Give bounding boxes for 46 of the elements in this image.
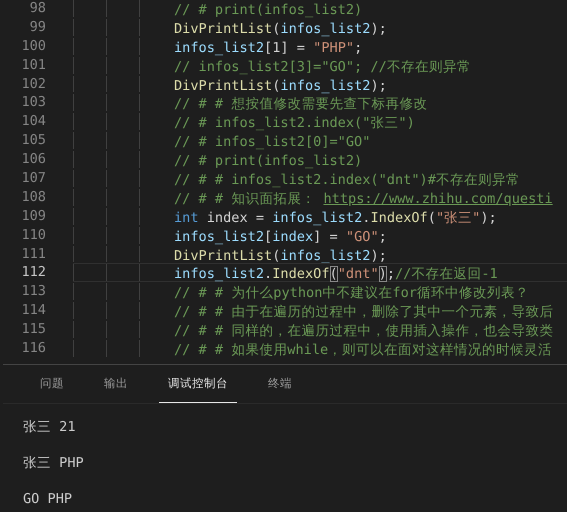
panel-tab[interactable]: 终端 [259, 365, 301, 403]
code-line: // # print(infos_list2) [174, 153, 362, 170]
code-line: DivPrintList(infos_list2); [174, 78, 387, 94]
code-link[interactable]: https://www.zhihu.com/questi [323, 190, 553, 207]
code-line: infos_list2[1] = "PHP"; [174, 40, 362, 56]
line-number: 100 [20, 36, 46, 56]
line-number: 99 [28, 18, 46, 37]
code-line: // # # 知识面拓展： https://www.zhihu.com/questi [174, 190, 553, 207]
line-number: 107 [20, 169, 46, 188]
code-line: int index = infos_list2.IndexOf("张三"); [174, 210, 497, 226]
console-output-line: GO PHP [23, 490, 74, 509]
code-line: // # print(infos_list2) [174, 2, 362, 18]
panel-tab[interactable]: 输出 [95, 365, 137, 403]
line-number: 103 [20, 93, 46, 112]
line-number: 106 [20, 150, 46, 170]
code-line: // # # 想按值修改需要先查下标再修改 [174, 96, 428, 112]
code-line: infos_list2[index] = "GO"; [174, 228, 387, 245]
code-line: // # # 如果使用while，则可以在面对这样情况的时候灵活 [174, 342, 552, 358]
line-number: 102 [20, 74, 46, 94]
code-line: // # # 由于在遍历的过程中，删除了其中一个元素，导致后 [174, 304, 554, 320]
code-line: // # # 同样的，在遍历过程中，使用插入操作，也会导致类 [174, 323, 554, 340]
line-number: 112 [20, 263, 46, 282]
console-output-line: 张三 21 [23, 418, 77, 437]
line-number: 113 [20, 282, 46, 302]
line-number: 111 [20, 244, 46, 264]
line-number: 98 [28, 0, 46, 18]
line-number: 109 [20, 206, 46, 226]
code-line: // # infos_list2.index("张三") [174, 115, 415, 132]
line-number: 104 [20, 112, 46, 132]
code-line: // # # infos_list2.index("dnt")#不存在则异常 [174, 172, 520, 188]
line-number: 110 [20, 226, 46, 245]
code-line: // # # 为什么python中不建议在for循环中修改列表？ [174, 285, 529, 302]
panel-tab[interactable]: 问题 [31, 365, 73, 403]
line-number: 108 [20, 188, 46, 207]
line-number: 105 [20, 131, 46, 150]
line-number: 115 [20, 320, 46, 340]
line-number: 101 [20, 56, 46, 75]
line-number: 116 [20, 339, 46, 358]
panel-tab[interactable]: 调试控制台 [159, 365, 237, 403]
code-line: infos_list2.IndexOf("dnt");//不存在返回-1 [174, 266, 498, 282]
line-number: 114 [20, 301, 46, 320]
code-line: DivPrintList(infos_list2); [174, 248, 387, 264]
code-line: // infos_list2[3]="GO"; //不存在则异常 [174, 58, 471, 75]
code-line: DivPrintList(infos_list2); [174, 20, 387, 37]
console-output-line: 张三 PHP [23, 454, 85, 473]
code-line: // # infos_list2[0]="GO" [174, 134, 370, 150]
